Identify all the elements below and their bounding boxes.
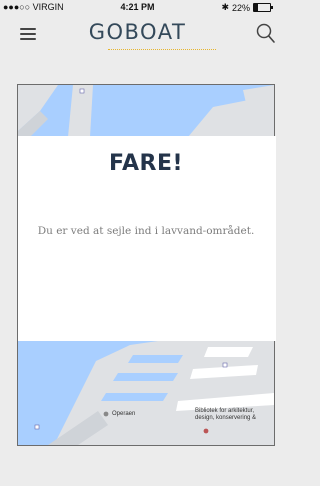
bluetooth-icon: ✱ (221, 2, 229, 12)
logo-underline (108, 49, 216, 50)
dialog-title: FARE! (108, 151, 184, 176)
app-logo: GOBOAT (88, 20, 187, 44)
app-header: GOBOAT (0, 16, 275, 54)
battery-icon (253, 3, 273, 12)
warning-dialog: FARE! Du er ved at sejle ind i lavvand-o… (17, 136, 276, 341)
battery-fill (254, 4, 258, 11)
search-icon[interactable] (256, 23, 276, 45)
status-right: ✱ 22% (221, 2, 273, 13)
map-view-bottom[interactable]: Operaen Bibliotek for arkitektur, design… (17, 341, 275, 446)
status-bar: ●●●○○ VIRGIN 4:21 PM ✱ 22% (0, 0, 275, 16)
map-view-top[interactable] (17, 84, 275, 137)
map-label-library: Bibliotek for arkitektur, design, konser… (195, 408, 257, 421)
dialog-message: Du er ved at sejle ind i lavvand-området… (37, 225, 255, 237)
battery-percent: 22% (231, 2, 250, 13)
map-label-opera: Operaen (112, 411, 136, 417)
